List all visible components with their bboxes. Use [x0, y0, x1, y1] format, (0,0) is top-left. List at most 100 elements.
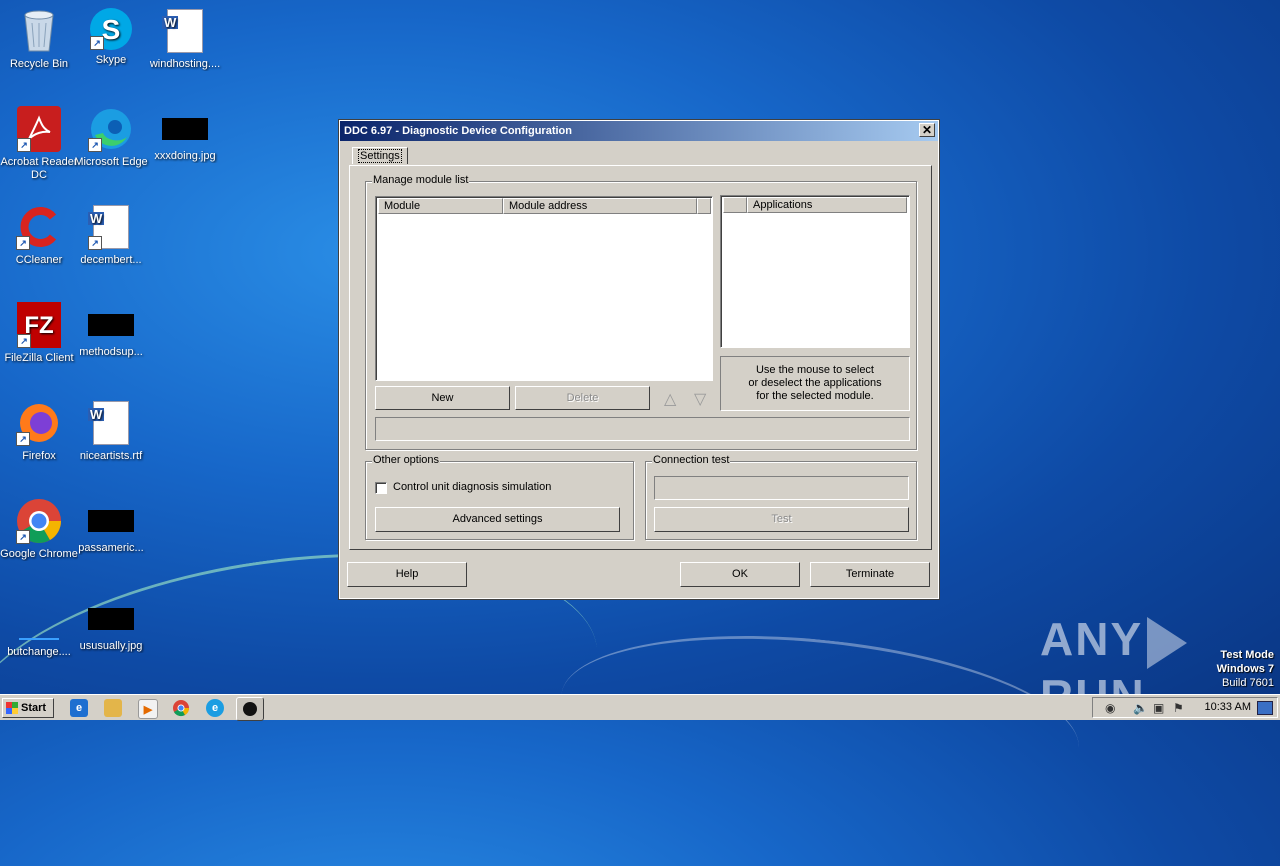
filezilla-icon: FZ ↗ [17, 302, 61, 348]
terminate-button[interactable]: Terminate [810, 562, 930, 587]
desktop-icon-label: windhosting.... [149, 58, 221, 70]
chrome-taskbar-icon[interactable] [172, 699, 190, 717]
column-header-module-address[interactable]: Module address [503, 198, 697, 214]
desktop-icon-passameric[interactable]: passameric... [72, 498, 150, 555]
shortcut-arrow-icon: ↗ [16, 530, 30, 544]
taskbar: Start e ▶ e ◉ 🔈 ▣ ⚑ 10:33 AM [0, 694, 1280, 721]
play-icon [1147, 616, 1188, 669]
watermark-text: ANY [1040, 613, 1144, 665]
new-button[interactable]: New [375, 386, 510, 410]
desktop-icon-label: Skype [95, 54, 127, 66]
desktop-icon-methodsup[interactable]: methodsup... [72, 302, 150, 359]
desktop-icon-skype[interactable]: S ↗ Skype [72, 8, 150, 67]
help-button[interactable]: Help [347, 562, 467, 587]
module-status-field [375, 417, 910, 441]
edge-taskbar-icon[interactable]: e [206, 699, 224, 717]
help-line: for the selected module. [756, 390, 874, 402]
volume-icon[interactable]: 🔈 [1133, 701, 1148, 715]
shortcut-arrow-icon: ↗ [17, 138, 31, 152]
delete-button[interactable]: Delete [515, 386, 650, 410]
dialog-title: DDC 6.97 - Diagnostic Device Configurati… [344, 125, 572, 137]
network-icon[interactable]: ▣ [1153, 701, 1164, 715]
desktop-icon-butchange[interactable]: butchange.... [0, 596, 78, 659]
module-listview[interactable]: Module Module address [375, 196, 713, 381]
shortcut-arrow-icon: ↗ [90, 36, 104, 50]
folder-icon[interactable] [104, 699, 122, 717]
desktop-icon-label: Firefox [22, 450, 56, 462]
firefox-icon: ↗ [16, 400, 62, 446]
close-icon: ✕ [921, 123, 933, 137]
show-desktop-icon[interactable] [1257, 701, 1273, 715]
desktop-icon-firefox[interactable]: ↗ Firefox [0, 400, 78, 463]
ok-button[interactable]: OK [680, 562, 800, 587]
advanced-settings-button[interactable]: Advanced settings [375, 507, 620, 532]
shortcut-arrow-icon: ↗ [88, 236, 102, 250]
test-mode-line: Test Mode [1220, 649, 1274, 661]
file-icon [16, 596, 62, 642]
desktop-icon-ccleaner[interactable]: ↗ CCleaner [0, 204, 78, 267]
desktop-icon-label: Microsoft Edge [74, 156, 148, 168]
desktop-icon-label: passameric... [78, 542, 144, 554]
clock[interactable]: 10:33 AM [1205, 701, 1251, 713]
ddc-dialog: DDC 6.97 - Diagnostic Device Configurati… [338, 119, 940, 600]
word-document-icon: W [88, 400, 134, 446]
desktop-icon-windhosting[interactable]: W windhosting.... [146, 8, 224, 71]
desktop-icon-niceartists[interactable]: W niceartists.rtf [72, 400, 150, 463]
desktop-icon-xxxdoing[interactable]: xxxdoing.jpg [146, 106, 224, 163]
move-down-icon[interactable]: ▽ [694, 389, 706, 409]
desktop-icon-recycle-bin[interactable]: Recycle Bin [0, 8, 78, 71]
applications-help-text: Use the mouse to select or deselect the … [720, 356, 910, 411]
media-player-icon[interactable]: ▶ [138, 699, 158, 719]
ddc-app-taskbar-button[interactable] [236, 697, 264, 721]
move-up-icon[interactable]: △ [664, 389, 676, 409]
connection-test-group: Connection test Test [645, 454, 917, 540]
desktop-icon-label: decembert... [80, 254, 142, 266]
settings-tab-panel: Manage module list Module Module address… [349, 165, 932, 550]
windows-logo-icon [6, 702, 18, 714]
control-unit-simulation-label[interactable]: Control unit diagnosis simulation [393, 481, 551, 493]
test-mode-notice: Test Mode Windows 7 Build 7601 [1217, 648, 1274, 690]
close-button[interactable]: ✕ [919, 123, 935, 137]
control-unit-simulation-checkbox[interactable] [375, 482, 387, 494]
manage-module-list-group: Manage module list Module Module address… [365, 174, 917, 450]
shortcut-arrow-icon: ↗ [88, 138, 102, 152]
test-mode-line: Windows 7 [1216, 663, 1274, 675]
desktop-icon-label: ususually.jpg [79, 640, 143, 652]
column-header-module[interactable]: Module [378, 198, 503, 214]
internet-explorer-icon[interactable]: e [70, 699, 88, 717]
test-button[interactable]: Test [654, 507, 909, 532]
tab-settings[interactable]: Settings [352, 147, 408, 164]
ddc-app-icon [243, 702, 257, 716]
desktop-icon-label: CCleaner [15, 254, 63, 266]
help-line: Use the mouse to select [755, 364, 874, 376]
desktop-icon-decembert[interactable]: W ↗ decembert... [72, 204, 150, 267]
desktop-icon-edge[interactable]: ↗ Microsoft Edge [72, 106, 150, 169]
word-document-icon: W ↗ [88, 204, 134, 250]
system-tray: ◉ 🔈 ▣ ⚑ 10:33 AM [1092, 697, 1278, 718]
applications-listview[interactable]: Applications [720, 195, 910, 348]
start-label: Start [21, 702, 47, 714]
ccleaner-icon: ↗ [16, 204, 62, 250]
column-header-filler [697, 198, 711, 214]
desktop-icon-chrome[interactable]: ↗ Google Chrome [0, 498, 78, 561]
desktop-icon-label: xxxdoing.jpg [154, 150, 216, 162]
word-document-icon: W [162, 8, 208, 54]
start-button[interactable]: Start [2, 698, 54, 718]
shortcut-arrow-icon: ↗ [16, 236, 30, 250]
column-header-check[interactable] [723, 197, 747, 213]
redacted-thumbnail [162, 118, 208, 140]
flag-icon[interactable]: ⚑ [1173, 701, 1184, 715]
desktop-icon-filezilla[interactable]: FZ ↗ FileZilla Client [0, 302, 78, 365]
chrome-icon: ↗ [16, 498, 62, 544]
desktop-icon-ususually[interactable]: ususually.jpg [72, 596, 150, 653]
redacted-thumbnail [88, 314, 134, 336]
desktop-icon-label: methodsup... [79, 346, 143, 358]
anyrun-tray-icon[interactable]: ◉ [1105, 701, 1115, 715]
acrobat-icon: ↗ [17, 106, 61, 152]
column-header-applications[interactable]: Applications [747, 197, 907, 213]
dialog-titlebar[interactable]: DDC 6.97 - Diagnostic Device Configurati… [340, 121, 938, 141]
desktop-icon-acrobat[interactable]: ↗ Acrobat Reader DC [0, 106, 78, 182]
other-options-group: Other options Control unit diagnosis sim… [365, 454, 634, 540]
edge-icon: ↗ [88, 106, 134, 152]
shortcut-arrow-icon: ↗ [17, 334, 31, 348]
